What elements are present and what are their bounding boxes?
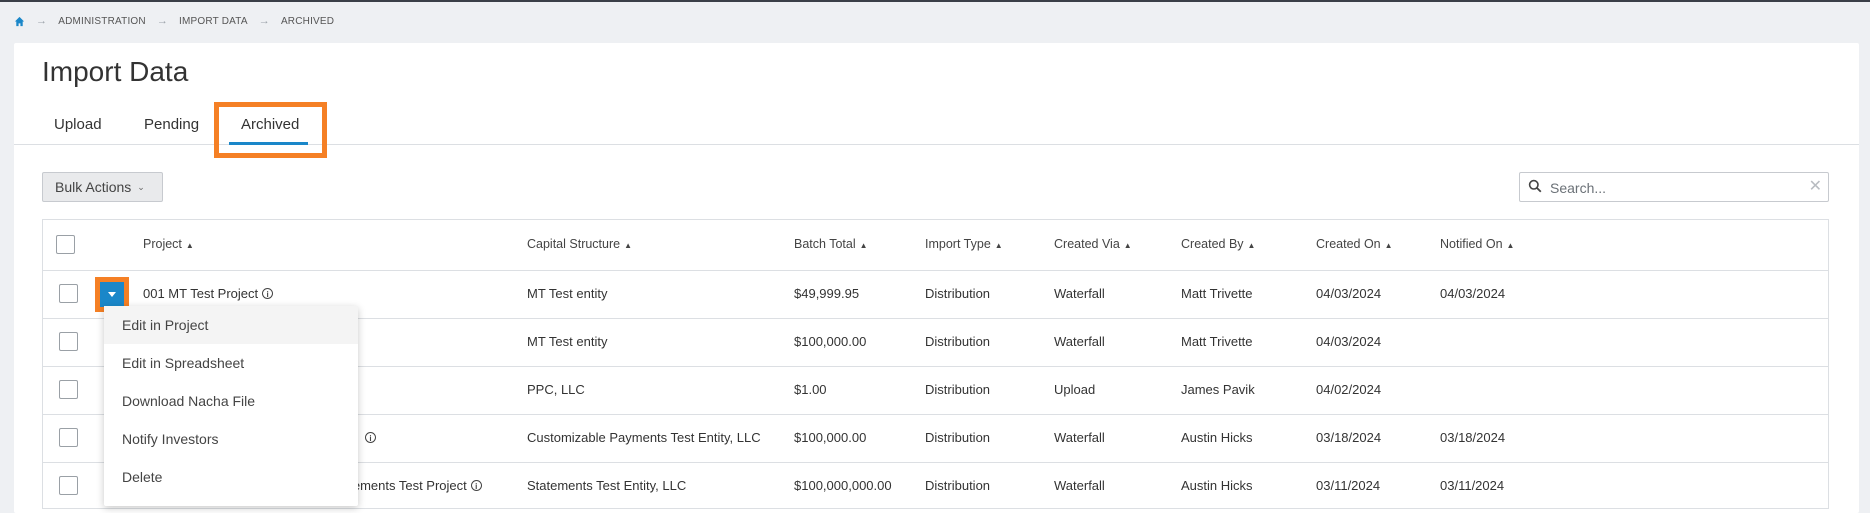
column-header-capital-structure[interactable]: Capital Structure ▲	[527, 237, 632, 251]
sort-asc-icon: ▲	[859, 241, 868, 250]
info-icon[interactable]: i	[365, 432, 376, 443]
clear-icon[interactable]: ✕	[1809, 178, 1822, 196]
row-checkbox[interactable]	[59, 428, 78, 447]
tab-upload[interactable]: Upload	[54, 116, 102, 133]
row-checkbox[interactable]	[59, 476, 78, 495]
batch-total-cell: $100,000.00	[794, 334, 867, 349]
row-actions-toggle[interactable]	[100, 282, 124, 307]
created-by-cell: Austin Hicks	[1181, 430, 1253, 445]
created-via-cell: Waterfall	[1054, 430, 1105, 445]
project-cell: atements Test Project i	[342, 478, 482, 493]
created-via-cell: Upload	[1054, 382, 1096, 397]
created-on-cell: 03/18/2024	[1316, 430, 1382, 445]
row-checkbox[interactable]	[59, 284, 78, 303]
sort-asc-icon: ▲	[185, 241, 194, 250]
arrow-right-icon: →	[258, 15, 270, 27]
menu-item-delete[interactable]: Delete	[104, 458, 358, 496]
sort-asc-icon: ▲	[1506, 241, 1515, 250]
tab-pending[interactable]: Pending	[144, 116, 199, 133]
created-on-cell: 04/03/2024	[1316, 286, 1382, 301]
info-icon[interactable]: i	[262, 288, 274, 299]
sort-asc-icon: ▲	[1247, 241, 1256, 250]
column-header-project[interactable]: Project ▲	[143, 237, 194, 251]
row-checkbox[interactable]	[59, 332, 78, 351]
caret-down-icon	[108, 292, 116, 297]
top-border	[0, 0, 1870, 2]
breadcrumb: → ADMINISTRATION → IMPORT DATA → ARCHIVE…	[14, 14, 334, 28]
created-by-cell: James Pavik	[1181, 382, 1255, 397]
import-type-cell: Distribution	[925, 382, 991, 397]
sort-asc-icon: ▲	[624, 241, 633, 250]
import-type-cell: Distribution	[925, 478, 991, 493]
column-header-created-by[interactable]: Created By ▲	[1181, 237, 1255, 251]
column-header-notified-on[interactable]: Notified On ▲	[1440, 237, 1514, 251]
created-on-cell: 04/03/2024	[1316, 334, 1382, 349]
home-icon[interactable]	[14, 16, 25, 27]
sort-asc-icon: ▲	[1384, 241, 1393, 250]
created-on-cell: 03/11/2024	[1316, 478, 1381, 493]
highlight-box	[214, 102, 327, 158]
column-header-batch-total[interactable]: Batch Total ▲	[794, 237, 868, 251]
search-input[interactable]	[1548, 177, 1792, 199]
search-icon	[1528, 179, 1542, 198]
batch-total-cell: $100,000.00	[794, 430, 867, 445]
notified-on-cell: 03/11/2024	[1440, 478, 1505, 493]
info-icon[interactable]: i	[470, 480, 482, 491]
table-header: Project ▲ Capital Structure ▲ Batch Total ▲…	[43, 220, 1828, 271]
page-title: Import Data	[42, 56, 189, 87]
chevron-down-icon: ⌄	[137, 181, 145, 192]
created-by-cell: Austin Hicks	[1181, 478, 1253, 493]
sort-asc-icon: ▲	[994, 241, 1003, 250]
created-via-cell: Waterfall	[1054, 478, 1105, 493]
created-on-cell: 04/02/2024	[1316, 382, 1382, 397]
project-cell: 001 MT Test Project i	[143, 286, 274, 301]
capital-structure-cell: Customizable Payments Test Entity, LLC	[527, 430, 761, 445]
created-by-cell: Matt Trivette	[1181, 334, 1253, 349]
created-via-cell: Waterfall	[1054, 334, 1105, 349]
column-header-import-type[interactable]: Import Type ▲	[925, 237, 1003, 251]
batch-total-cell: $1.00	[794, 382, 827, 397]
capital-structure-cell: MT Test entity	[527, 334, 608, 349]
bulk-actions-label: Bulk Actions	[55, 179, 132, 195]
batch-total-cell: $49,999.95	[794, 286, 860, 301]
import-type-cell: Distribution	[925, 286, 991, 301]
breadcrumb-item-archived: ARCHIVED	[280, 15, 335, 27]
created-by-cell: Matt Trivette	[1181, 286, 1253, 301]
select-all-checkbox[interactable]	[56, 235, 75, 254]
menu-item-download-nacha-file[interactable]: Download Nacha File	[104, 382, 358, 420]
import-type-cell: Distribution	[925, 334, 991, 349]
notified-on-cell: 04/03/2024	[1440, 286, 1506, 301]
sort-asc-icon: ▲	[1123, 241, 1132, 250]
column-header-created-via[interactable]: Created Via ▲	[1054, 237, 1132, 251]
created-via-cell: Waterfall	[1054, 286, 1105, 301]
capital-structure-cell: Statements Test Entity, LLC	[527, 478, 687, 493]
capital-structure-cell: PPC, LLC	[527, 382, 585, 397]
breadcrumb-item-import-data[interactable]: IMPORT DATA	[179, 16, 248, 27]
arrow-right-icon: →	[36, 15, 48, 27]
row-checkbox[interactable]	[59, 380, 78, 399]
row-actions-menu: Edit in Project Edit in Spreadsheet Down…	[104, 306, 358, 506]
menu-item-notify-investors[interactable]: Notify Investors	[104, 420, 358, 458]
project-cell: i	[361, 430, 376, 445]
notified-on-cell: 03/18/2024	[1440, 430, 1506, 445]
menu-item-edit-in-spreadsheet[interactable]: Edit in Spreadsheet	[104, 344, 358, 382]
column-header-created-on[interactable]: Created On ▲	[1316, 237, 1393, 251]
batch-total-cell: $100,000,000.00	[794, 478, 892, 493]
menu-item-edit-in-project[interactable]: Edit in Project	[104, 306, 358, 344]
import-type-cell: Distribution	[925, 430, 991, 445]
bulk-actions-button[interactable]: Bulk Actions ⌄	[42, 172, 163, 202]
search-field: ✕	[1519, 172, 1829, 202]
breadcrumb-item-administration[interactable]: ADMINISTRATION	[58, 16, 146, 27]
arrow-right-icon: →	[156, 15, 169, 27]
capital-structure-cell: MT Test entity	[527, 286, 608, 301]
